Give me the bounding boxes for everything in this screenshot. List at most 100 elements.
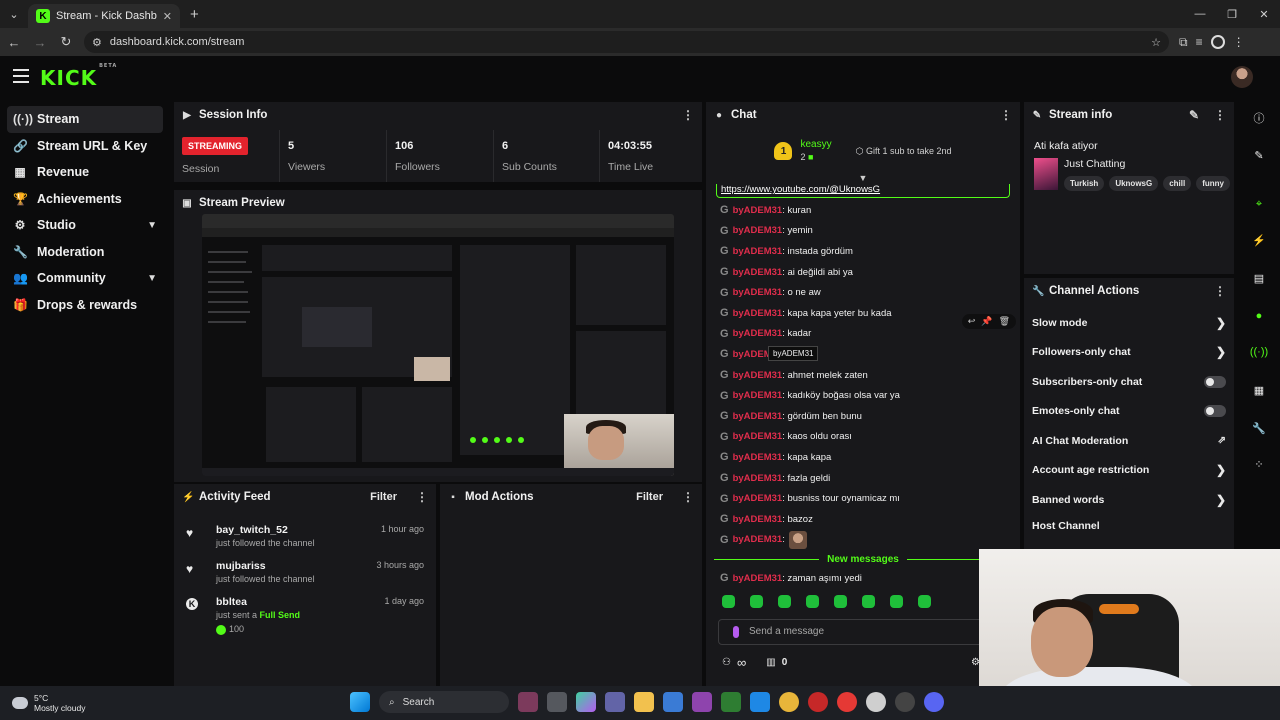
chat-username[interactable]: byADEM31 [733, 452, 783, 463]
minimize-icon[interactable]: — [1184, 0, 1216, 28]
discord-icon[interactable] [924, 692, 944, 712]
restore-icon[interactable]: ❐ [1216, 0, 1248, 28]
sidebar-item-revenue[interactable]: ▦ Revenue [7, 159, 163, 186]
chrome-active-icon[interactable] [866, 692, 886, 712]
emote-icon[interactable] [750, 595, 763, 609]
opera-gx-icon[interactable] [837, 692, 857, 712]
chat-username[interactable]: byADEM31 [733, 225, 783, 236]
reload-icon[interactable]: ↻ [54, 30, 78, 54]
stream-preview-video[interactable] [202, 214, 674, 476]
chat-username[interactable]: byADEM31 [733, 473, 783, 484]
slow-mode-item[interactable]: Slow mode ❯ [1024, 308, 1234, 338]
forward-icon[interactable]: → [28, 30, 52, 54]
emote-icon[interactable] [862, 595, 875, 609]
emote-icon[interactable] [778, 595, 791, 609]
followers-only-item[interactable]: Followers-only chat ❯ [1024, 338, 1234, 368]
site-info-icon[interactable]: ⚙ [92, 36, 102, 49]
sidebar-item-moderation[interactable]: 🔧 Moderation [7, 239, 163, 266]
category-name[interactable]: Just Chatting [1064, 158, 1230, 170]
user-avatar[interactable] [1231, 66, 1253, 88]
kick-logo[interactable]: KICK BETA [40, 63, 117, 90]
banned-words-item[interactable]: Banned words ❯ [1024, 485, 1234, 515]
teams-icon[interactable] [605, 692, 625, 712]
media-icon[interactable]: ≡ [1196, 35, 1203, 49]
pencil-icon[interactable]: ✎ [1247, 143, 1271, 167]
send-message-input[interactable]: Send a message [718, 618, 1008, 645]
emote-icon[interactable] [890, 595, 903, 609]
ai-moderation-item[interactable]: AI Chat Moderation ⇗ [1024, 426, 1234, 456]
activity-filter-button[interactable]: Filter [370, 491, 397, 503]
chat-bubble-icon[interactable]: ● [1247, 304, 1271, 328]
tulip-icon[interactable] [518, 692, 538, 712]
profile-icon[interactable] [1210, 35, 1225, 49]
mod-filter-button[interactable]: Filter [636, 491, 663, 503]
emote-icon[interactable] [722, 595, 735, 609]
sidebar-item-stream-url-key[interactable]: 🔗 Stream URL & Key [7, 133, 163, 160]
account-age-item[interactable]: Account age restriction ❯ [1024, 456, 1234, 486]
start-icon[interactable] [350, 692, 370, 712]
info-icon[interactable]: ⓘ [1247, 106, 1271, 130]
chat-username[interactable]: byADEM31 [733, 287, 783, 298]
sidebar-item-stream[interactable]: ((·)) Stream [7, 106, 163, 133]
task-view-icon[interactable] [547, 692, 567, 712]
chat-username[interactable]: byADEM31 [733, 534, 783, 545]
broadcast-icon[interactable]: ((·)) [1247, 340, 1271, 364]
settings-dots-icon[interactable]: ⁘ [1247, 452, 1271, 476]
gift-settings-icon[interactable]: ⚇ [722, 657, 731, 668]
emotes-only-toggle[interactable] [1204, 405, 1226, 418]
sidebar-item-achievements[interactable]: 🏆 Achievements [7, 186, 163, 213]
lightning-icon[interactable]: ⚡ [1247, 228, 1271, 252]
edge-icon[interactable] [750, 692, 770, 712]
more-options-icon[interactable]: ⋮ [1000, 108, 1012, 122]
reply-icon[interactable]: ↩ [968, 316, 976, 327]
chat-username[interactable]: byADEM31 [733, 246, 783, 257]
extensions-icon[interactable]: ⧉ [1179, 35, 1188, 50]
browser-menu-icon[interactable]: ⋮ [1233, 35, 1245, 49]
sidebar-item-studio[interactable]: ⚙ Studio ▼ [7, 212, 163, 239]
pin-message-icon[interactable]: 📌 [981, 316, 992, 327]
chat-username[interactable]: byADEM31 [733, 431, 783, 442]
emote-icon[interactable] [834, 595, 847, 609]
chat-username[interactable]: byADEM31 [733, 328, 783, 339]
chrome-icon[interactable] [779, 692, 799, 712]
copilot-icon[interactable] [576, 692, 596, 712]
photo-icon[interactable] [692, 692, 712, 712]
back-icon[interactable]: ← [2, 30, 26, 54]
store-icon[interactable]: ▥ [766, 657, 775, 668]
obs-icon[interactable] [895, 692, 915, 712]
tab-list-icon[interactable]: ⌄ [0, 0, 28, 28]
opera-icon[interactable] [808, 692, 828, 712]
sidebar-item-community[interactable]: 👥 Community ▼ [7, 265, 163, 292]
store-icon[interactable] [663, 692, 683, 712]
chat-username[interactable]: byADEM31 [733, 390, 783, 401]
gift-sub-button[interactable]: ⬡ Gift 1 sub to take 2nd [856, 146, 952, 157]
chat-username[interactable]: byADEM31 [733, 370, 783, 381]
wrench-icon[interactable]: 🔧 [1247, 416, 1271, 440]
chat-username[interactable]: byADEM31 [733, 514, 783, 525]
xbox-icon[interactable] [721, 692, 741, 712]
layout-icon[interactable]: ▦ [1247, 378, 1271, 402]
pinned-message[interactable]: https://www.youtube.com/@UknowsG [716, 184, 1010, 198]
more-options-icon[interactable]: ⋮ [416, 490, 428, 504]
chat-username[interactable]: byADEM31 [733, 308, 783, 319]
focus-icon[interactable]: ⌖ [1247, 192, 1271, 216]
document-icon[interactable]: ▤ [1247, 266, 1271, 290]
sidebar-item-drops-rewards[interactable]: 🎁 Drops & rewards [7, 292, 163, 319]
close-window-icon[interactable]: ✕ [1248, 0, 1280, 28]
more-options-icon[interactable]: ⋮ [1214, 108, 1226, 122]
chat-username[interactable]: byADEM31 [733, 411, 783, 422]
more-options-icon[interactable]: ⋮ [682, 108, 694, 122]
url-field[interactable]: ⚙ dashboard.kick.com/stream ☆ [84, 31, 1169, 53]
new-messages-divider[interactable]: New messages [706, 550, 1020, 568]
host-channel-item[interactable]: Host Channel [1024, 515, 1234, 537]
close-tab-icon[interactable]: ✕ [163, 10, 172, 23]
delete-icon[interactable]: 🗑 [999, 316, 1010, 327]
pin-icon[interactable]: ▼ [706, 174, 1020, 184]
hamburger-menu-icon[interactable] [13, 69, 29, 83]
bookmark-star-icon[interactable]: ☆ [1151, 36, 1161, 49]
chat-username[interactable]: byADEM31 [733, 493, 783, 504]
new-tab-icon[interactable]: + [190, 6, 199, 23]
weather-widget[interactable]: 5°C Mostly cloudy [12, 693, 86, 713]
browser-tab[interactable]: K Stream - Kick Dashboard ✕ [28, 4, 180, 28]
more-options-icon[interactable]: ⋮ [1214, 284, 1226, 298]
